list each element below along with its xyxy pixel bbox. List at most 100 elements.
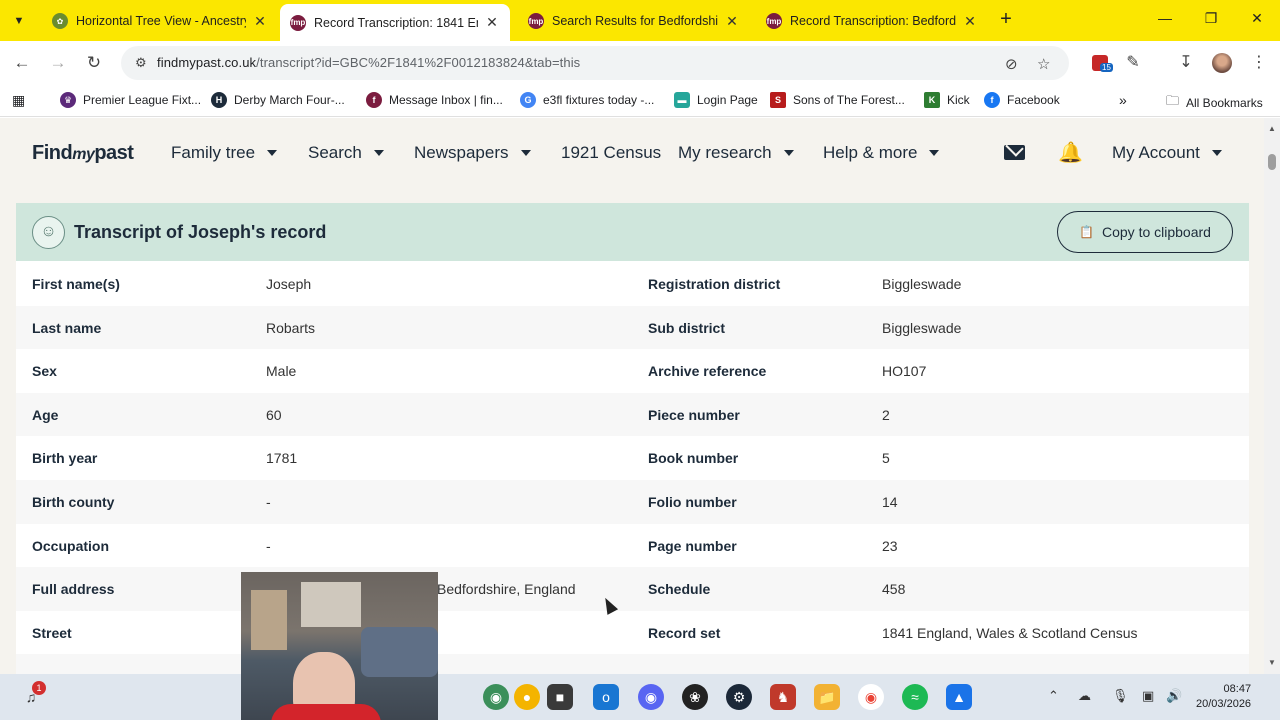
outlook-icon[interactable]: o	[593, 684, 619, 710]
bookmark-e3fl[interactable]: Ge3fl fixtures today -...	[520, 92, 654, 108]
bookmark-login-page[interactable]: ▬ Login Page	[674, 92, 758, 108]
file-explorer-icon[interactable]: 📁	[814, 684, 840, 710]
copy-label: Copy to clipboard	[1102, 224, 1211, 240]
field-value: Robarts	[266, 319, 316, 336]
back-icon[interactable]: ←	[10, 51, 34, 75]
download-icon[interactable]: ↧	[1175, 52, 1197, 72]
forward-icon[interactable]: →	[46, 51, 70, 75]
table-row: Full address Bedfordshire, England Sched…	[16, 567, 1249, 611]
nav-family-tree[interactable]: Family tree	[171, 143, 278, 163]
bookmark-star-icon[interactable]: ☆	[1037, 55, 1050, 73]
person-head-icon: ☺	[32, 216, 65, 249]
game-app-icon[interactable]: ♞	[770, 684, 796, 710]
tab-search-icon[interactable]: ▼	[8, 10, 30, 32]
logo-find: Find	[32, 142, 73, 164]
app-window-icon[interactable]: ▲	[946, 684, 972, 710]
nav-1921-census[interactable]: 1921 Census	[561, 143, 661, 163]
chatgpt-icon[interactable]: ❀	[682, 684, 708, 710]
onedrive-cloud-icon[interactable]: ☁	[1078, 688, 1091, 704]
field-label: Folio number	[648, 494, 737, 510]
scroll-down-icon[interactable]: ▼	[1268, 658, 1276, 667]
globe-app-icon[interactable]: ◉	[483, 684, 509, 710]
field-label: Archive reference	[648, 363, 767, 380]
close-tab-icon[interactable]: ✕	[484, 14, 500, 31]
tab-title: Search Results for Bedfordshire	[552, 14, 718, 28]
microphone-icon[interactable]: 🎙	[1112, 688, 1129, 704]
apps-grid-icon[interactable]: ▦	[12, 92, 25, 109]
field-value: -	[266, 494, 271, 510]
site-header: Findmypast Family tree Search Newspapers…	[0, 118, 1264, 186]
field-value: 60	[266, 406, 282, 423]
transcript-card: ☺ Transcript of Joseph's record 📋 Copy to…	[16, 203, 1249, 674]
url-text[interactable]: findmypast.co.uk/transcript?id=GBC%2F184…	[157, 55, 580, 70]
caret-down-icon	[520, 150, 531, 156]
scroll-up-icon[interactable]: ▲	[1268, 124, 1276, 133]
findmypast-logo[interactable]: Findmypast	[32, 142, 134, 165]
minimize-icon[interactable]: —	[1155, 10, 1175, 26]
nav-newspapers[interactable]: Newspapers	[414, 143, 531, 163]
webcam-window-shape	[301, 582, 361, 627]
more-bookmarks-chevron-icon[interactable]: »	[1119, 92, 1127, 108]
tab-record-transcription-active[interactable]: fmp Record Transcription: 1841 Engl ✕	[280, 4, 510, 41]
clipboard-icon: 📋	[1079, 225, 1094, 239]
close-tab-icon[interactable]: ✕	[252, 13, 268, 30]
findmypast-page: Findmypast Family tree Search Newspapers…	[0, 118, 1264, 674]
field-label: Sub district	[648, 319, 726, 336]
scrollbar-thumb[interactable]	[1268, 154, 1276, 170]
bookmark-facebook[interactable]: f Facebook	[984, 92, 1060, 108]
nav-my-research[interactable]: My research	[678, 143, 794, 163]
table-row	[16, 654, 1249, 674]
nav-help-more[interactable]: Help & more	[823, 143, 940, 163]
new-tab-icon[interactable]: +	[996, 9, 1016, 30]
bookmark-kick[interactable]: K Kick	[924, 92, 970, 108]
file-app-icon[interactable]: ■	[547, 684, 573, 710]
widget-app-icon[interactable]: ●	[514, 684, 540, 710]
table-row: Sex Male Archive reference HO107	[16, 349, 1249, 393]
mail-icon[interactable]	[1004, 145, 1025, 160]
tab-ancestry[interactable]: ✿ Horizontal Tree View - Ancestry ✕	[42, 5, 278, 37]
caret-down-icon	[373, 150, 384, 156]
nav-my-account[interactable]: My Account	[1112, 143, 1222, 163]
network-icon[interactable]: ▣	[1142, 688, 1154, 704]
facebook-icon: f	[984, 92, 1000, 108]
eye-off-icon[interactable]: ⊘	[1005, 55, 1018, 73]
field-label: Occupation	[32, 537, 110, 554]
folder-icon: 🗀	[1166, 93, 1180, 108]
close-tab-icon[interactable]: ✕	[962, 13, 978, 30]
table-row: First name(s) Joseph Registration distri…	[16, 262, 1249, 306]
site-info-icon[interactable]: ⚙	[135, 55, 147, 71]
tray-chevron-up-icon[interactable]: ⌃	[1048, 688, 1059, 704]
tab-search-results[interactable]: fmp Search Results for Bedfordshire ✕	[518, 5, 750, 37]
volume-icon[interactable]: 🔊	[1166, 688, 1182, 704]
bookmark-derby[interactable]: H Derby March Four-...	[211, 92, 345, 108]
bookmark-message-inbox[interactable]: f Message Inbox | fin...	[366, 92, 503, 108]
extensions-puzzle-icon[interactable]: ✎	[1122, 52, 1144, 72]
extension-icon[interactable]: 15	[1092, 55, 1113, 72]
profile-avatar[interactable]	[1212, 53, 1232, 73]
close-tab-icon[interactable]: ✕	[724, 13, 740, 30]
restore-icon[interactable]: ❐	[1201, 10, 1221, 27]
spotify-icon[interactable]: ≈	[902, 684, 928, 710]
bookmark-label: Premier League Fixt...	[83, 93, 202, 107]
system-clock[interactable]: 08:47 20/03/2026	[1196, 682, 1251, 712]
bookmark-premier-league[interactable]: ♛ Premier League Fixt...	[60, 92, 201, 108]
chrome-icon[interactable]: ◉	[858, 684, 884, 710]
bell-icon[interactable]: 🔔	[1058, 140, 1083, 165]
nav-search[interactable]: Search	[308, 143, 384, 163]
discord-icon[interactable]: ◉	[638, 684, 664, 710]
caret-down-icon	[783, 150, 794, 156]
page-scrollbar[interactable]: ▲ ▼	[1264, 118, 1280, 674]
field-value: Joseph	[266, 276, 312, 292]
address-bar[interactable]: ⚙ findmypast.co.uk/transcript?id=GBC%2F1…	[121, 46, 1069, 80]
extension-badge-count: 15	[1100, 63, 1113, 72]
steam-icon[interactable]: ⚙	[726, 684, 752, 710]
url-host: findmypast.co.uk	[157, 55, 257, 70]
reload-icon[interactable]: ↻	[82, 51, 106, 75]
field-label: Birth county	[32, 494, 115, 510]
copy-to-clipboard-button[interactable]: 📋 Copy to clipboard	[1057, 211, 1233, 253]
bookmark-sons-of-the-forest[interactable]: S Sons of The Forest...	[770, 92, 905, 108]
menu-kebab-icon[interactable]: ⋮	[1248, 52, 1270, 72]
tab-record-transcription-2[interactable]: fmp Record Transcription: Bedfordsh ✕	[756, 5, 988, 37]
close-window-icon[interactable]: ✕	[1247, 10, 1267, 27]
all-bookmarks[interactable]: 🗀 All Bookmarks	[1166, 92, 1263, 114]
